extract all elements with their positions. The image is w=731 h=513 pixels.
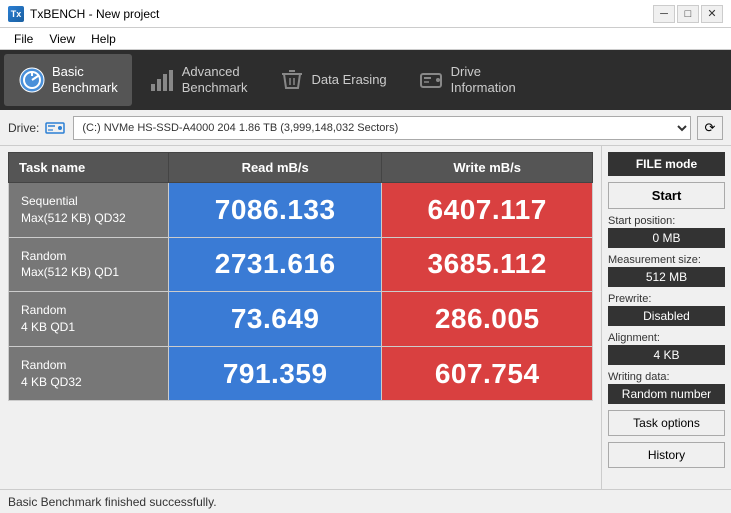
- alignment-section: Alignment: 4 KB: [608, 332, 725, 365]
- start-position-value: 0 MB: [608, 228, 725, 248]
- prewrite-value: Disabled: [608, 306, 725, 326]
- task-options-button[interactable]: Task options: [608, 410, 725, 436]
- drive-icon: [45, 121, 65, 135]
- menu-bar: File View Help: [0, 28, 731, 50]
- col-header-task: Task name: [9, 153, 169, 183]
- right-panel: FILE mode Start Start position: 0 MB Mea…: [601, 146, 731, 489]
- read-cell-3: 791.359: [169, 346, 382, 401]
- read-value-3: 791.359: [223, 358, 328, 389]
- file-mode-button[interactable]: FILE mode: [608, 152, 725, 176]
- read-cell-2: 73.649: [169, 292, 382, 347]
- title-bar: Tx TxBENCH - New project ─ □ ✕: [0, 0, 731, 28]
- maximize-button[interactable]: □: [677, 5, 699, 23]
- minimize-button[interactable]: ─: [653, 5, 675, 23]
- benchmark-table: Task name Read mB/s Write mB/s Sequentia…: [8, 152, 593, 401]
- measurement-size-section: Measurement size: 512 MB: [608, 254, 725, 287]
- writing-data-section: Writing data: Random number: [608, 371, 725, 404]
- title-bar-controls: ─ □ ✕: [653, 5, 723, 23]
- read-value-1: 2731.616: [215, 248, 336, 279]
- prewrite-section: Prewrite: Disabled: [608, 293, 725, 326]
- app-icon: Tx: [8, 6, 24, 22]
- start-position-section: Start position: 0 MB: [608, 215, 725, 248]
- start-position-label: Start position:: [608, 215, 725, 227]
- menu-help[interactable]: Help: [85, 30, 122, 48]
- write-cell-0: 6407.117: [382, 183, 593, 238]
- title-bar-left: Tx TxBENCH - New project: [8, 6, 159, 22]
- advanced-benchmark-label: Advanced Benchmark: [182, 64, 248, 95]
- alignment-label: Alignment:: [608, 332, 725, 344]
- write-value-1: 3685.112: [428, 248, 547, 279]
- history-button[interactable]: History: [608, 442, 725, 468]
- row-label-2: Random4 KB QD1: [9, 292, 168, 346]
- data-erasing-label: Data Erasing: [312, 72, 387, 88]
- main-area: Task name Read mB/s Write mB/s Sequentia…: [0, 146, 731, 489]
- alignment-value: 4 KB: [608, 345, 725, 365]
- window-title: TxBENCH - New project: [30, 7, 159, 21]
- row-label-3: Random4 KB QD32: [9, 347, 168, 401]
- row-label-0: SequentialMax(512 KB) QD32: [9, 183, 168, 237]
- start-button[interactable]: Start: [608, 182, 725, 209]
- read-value-2: 73.649: [231, 303, 320, 334]
- toolbar-data-erasing[interactable]: Data Erasing: [264, 54, 401, 106]
- measurement-size-value: 512 MB: [608, 267, 725, 287]
- col-header-write: Write mB/s: [382, 153, 593, 183]
- status-bar: Basic Benchmark finished successfully.: [0, 489, 731, 513]
- bench-area: Task name Read mB/s Write mB/s Sequentia…: [0, 146, 601, 489]
- write-value-2: 286.005: [435, 303, 540, 334]
- read-value-0: 7086.133: [215, 194, 336, 225]
- toolbar-drive-information[interactable]: Drive Information: [403, 54, 530, 106]
- write-cell-2: 286.005: [382, 292, 593, 347]
- drive-information-label: Drive Information: [451, 64, 516, 95]
- writing-data-label: Writing data:: [608, 371, 725, 383]
- table-row: Random4 KB QD32 791.359 607.754: [9, 346, 593, 401]
- toolbar-advanced-benchmark[interactable]: Advanced Benchmark: [134, 54, 262, 106]
- prewrite-label: Prewrite:: [608, 293, 725, 305]
- table-row: RandomMax(512 KB) QD1 2731.616 3685.112: [9, 237, 593, 292]
- measurement-size-label: Measurement size:: [608, 254, 725, 266]
- write-cell-3: 607.754: [382, 346, 593, 401]
- basic-benchmark-label: Basic Benchmark: [52, 64, 118, 95]
- menu-file[interactable]: File: [8, 30, 39, 48]
- close-button[interactable]: ✕: [701, 5, 723, 23]
- write-cell-1: 3685.112: [382, 237, 593, 292]
- write-value-3: 607.754: [435, 358, 540, 389]
- toolbar: Basic Benchmark Advanced Benchmark: [0, 50, 731, 110]
- data-erasing-icon: [278, 66, 306, 94]
- basic-benchmark-icon: [18, 66, 46, 94]
- drive-bar: Drive: (C:) NVMe HS-SSD-A4000 204 1.86 T…: [0, 110, 731, 146]
- table-row: SequentialMax(512 KB) QD32 7086.133 6407…: [9, 183, 593, 238]
- read-cell-0: 7086.133: [169, 183, 382, 238]
- row-label-1: RandomMax(512 KB) QD1: [9, 238, 168, 292]
- toolbar-basic-benchmark[interactable]: Basic Benchmark: [4, 54, 132, 106]
- drive-refresh-button[interactable]: ⟳: [697, 116, 723, 140]
- writing-data-value: Random number: [608, 384, 725, 404]
- write-value-0: 6407.117: [428, 194, 547, 225]
- col-header-read: Read mB/s: [169, 153, 382, 183]
- drive-information-icon: [417, 66, 445, 94]
- menu-view[interactable]: View: [43, 30, 81, 48]
- drive-label: Drive:: [8, 121, 39, 135]
- advanced-benchmark-icon: [148, 66, 176, 94]
- table-row: Random4 KB QD1 73.649 286.005: [9, 292, 593, 347]
- status-text: Basic Benchmark finished successfully.: [8, 495, 217, 509]
- drive-selector[interactable]: (C:) NVMe HS-SSD-A4000 204 1.86 TB (3,99…: [73, 116, 691, 140]
- read-cell-1: 2731.616: [169, 237, 382, 292]
